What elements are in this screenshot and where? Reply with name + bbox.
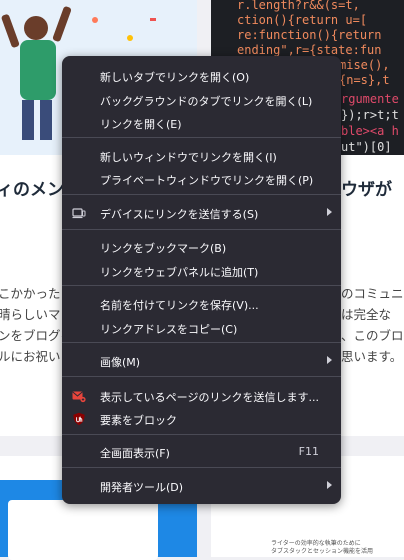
caption-line: タブスタックとセッション機能を活用 <box>271 548 374 555</box>
menu-bookmark-link[interactable]: リンクをブックマーク(B) <box>62 237 341 257</box>
menu-fullscreen[interactable]: 全画面表示(F) F11 <box>62 442 341 462</box>
menu-item-label: バックグラウンドのタブでリンクを開く(L) <box>100 95 313 108</box>
menu-item-label: デバイスにリンクを送信する(S) <box>100 208 259 221</box>
menu-block-element[interactable]: 要素をブロック <box>62 409 341 429</box>
menu-separator <box>62 342 341 343</box>
screenshot-thumbnail <box>8 500 158 560</box>
submenu-arrow-icon <box>327 481 332 489</box>
menu-add-link-to-web-panel[interactable]: リンクをウェブパネルに追加(T) <box>62 261 341 281</box>
menu-item-label: 要素をブロック <box>100 414 177 427</box>
menu-item-label: リンクを開く(E) <box>100 118 182 131</box>
menu-separator <box>62 285 341 286</box>
menu-copy-link-address[interactable]: リンクアドレスをコピー(C) <box>62 318 341 338</box>
excerpt-line: のコミュニ <box>341 286 404 301</box>
menu-item-label: リンクをウェブパネルに追加(T) <box>100 266 259 279</box>
context-menu: 新しいタブでリンクを開く(O) バックグラウンドのタブでリンクを開く(L) リン… <box>62 56 341 504</box>
menu-item-label: 表示しているページのリンクを送信します... <box>100 391 319 404</box>
menu-send-link-to-device[interactable]: デバイスにリンクを送信する(S) <box>62 203 341 223</box>
article-excerpt-right: のコミュニ は完全な 、このブロ 思います。 <box>341 283 404 367</box>
menu-send-page-link[interactable]: 表示しているページのリンクを送信します... <box>62 386 341 406</box>
article-title-left[interactable]: ィのメン <box>0 175 64 200</box>
menu-item-label: リンクアドレスをコピー(C) <box>100 323 238 336</box>
menu-open-link-background-tab[interactable]: バックグラウンドのタブでリンクを開く(L) <box>62 90 341 110</box>
caption-line: ライターの効率的な執筆のために <box>271 540 361 547</box>
menu-separator <box>62 194 341 195</box>
menu-open-link[interactable]: リンクを開く(E) <box>62 113 341 133</box>
code-line: re:function(){return <box>237 28 382 42</box>
submenu-arrow-icon <box>327 208 332 216</box>
menu-item-label: 名前を付けてリンクを保存(V)... <box>100 299 259 312</box>
menu-separator <box>62 376 341 377</box>
menu-item-label: 全画面表示(F) <box>100 447 170 460</box>
ublock-shield-icon <box>72 412 86 426</box>
menu-separator <box>62 137 341 138</box>
device-icon <box>72 206 86 220</box>
article-title-right[interactable]: ウザが <box>341 175 392 200</box>
menu-item-label: 画像(M) <box>100 356 141 369</box>
code-line: mise(), <box>339 58 390 72</box>
menu-separator <box>62 229 341 230</box>
excerpt-line: 思います。 <box>341 349 403 364</box>
code-line: {n=s},t <box>339 73 390 87</box>
menu-item-label: プライベートウィンドウでリンクを開く(P) <box>100 174 314 187</box>
menu-save-link-as[interactable]: 名前を付けてリンクを保存(V)... <box>62 294 341 314</box>
excerpt-line: は完全な <box>341 307 392 322</box>
code-line: r.length?r&&(s=t, <box>237 0 360 12</box>
menu-separator <box>62 467 341 468</box>
thumbnail-caption: ライターの効率的な執筆のために タブスタックとセッション機能を活用 <box>271 540 373 556</box>
submenu-arrow-icon <box>327 356 332 364</box>
menu-separator <box>62 434 341 435</box>
code-line: ction(){return u=[ <box>237 13 368 27</box>
code-line: ble><a h <box>341 124 399 138</box>
menu-item-label: 開発者ツール(D) <box>100 481 184 494</box>
code-line: ending",r={state:fun <box>237 43 382 57</box>
code-line: rgumente <box>341 92 399 106</box>
code-line: });r>t;t <box>341 108 399 122</box>
excerpt-line: 、このブロ <box>341 328 404 343</box>
menu-open-link-new-tab[interactable]: 新しいタブでリンクを開く(O) <box>62 66 341 86</box>
code-line: ut")[0] <box>341 140 392 154</box>
menu-open-link-new-window[interactable]: 新しいウィンドウでリンクを開く(I) <box>62 146 341 166</box>
menu-item-label: 新しいウィンドウでリンクを開く(I) <box>100 151 277 164</box>
menu-open-link-private-window[interactable]: プライベートウィンドウでリンクを開く(P) <box>62 169 341 189</box>
menu-item-label: リンクをブックマーク(B) <box>100 242 227 255</box>
mail-icon <box>72 389 86 403</box>
menu-image[interactable]: 画像(M) <box>62 351 341 371</box>
menu-developer-tools[interactable]: 開発者ツール(D) <box>62 476 341 496</box>
menu-item-label: 新しいタブでリンクを開く(O) <box>100 71 250 84</box>
shortcut-label: F11 <box>298 445 319 458</box>
